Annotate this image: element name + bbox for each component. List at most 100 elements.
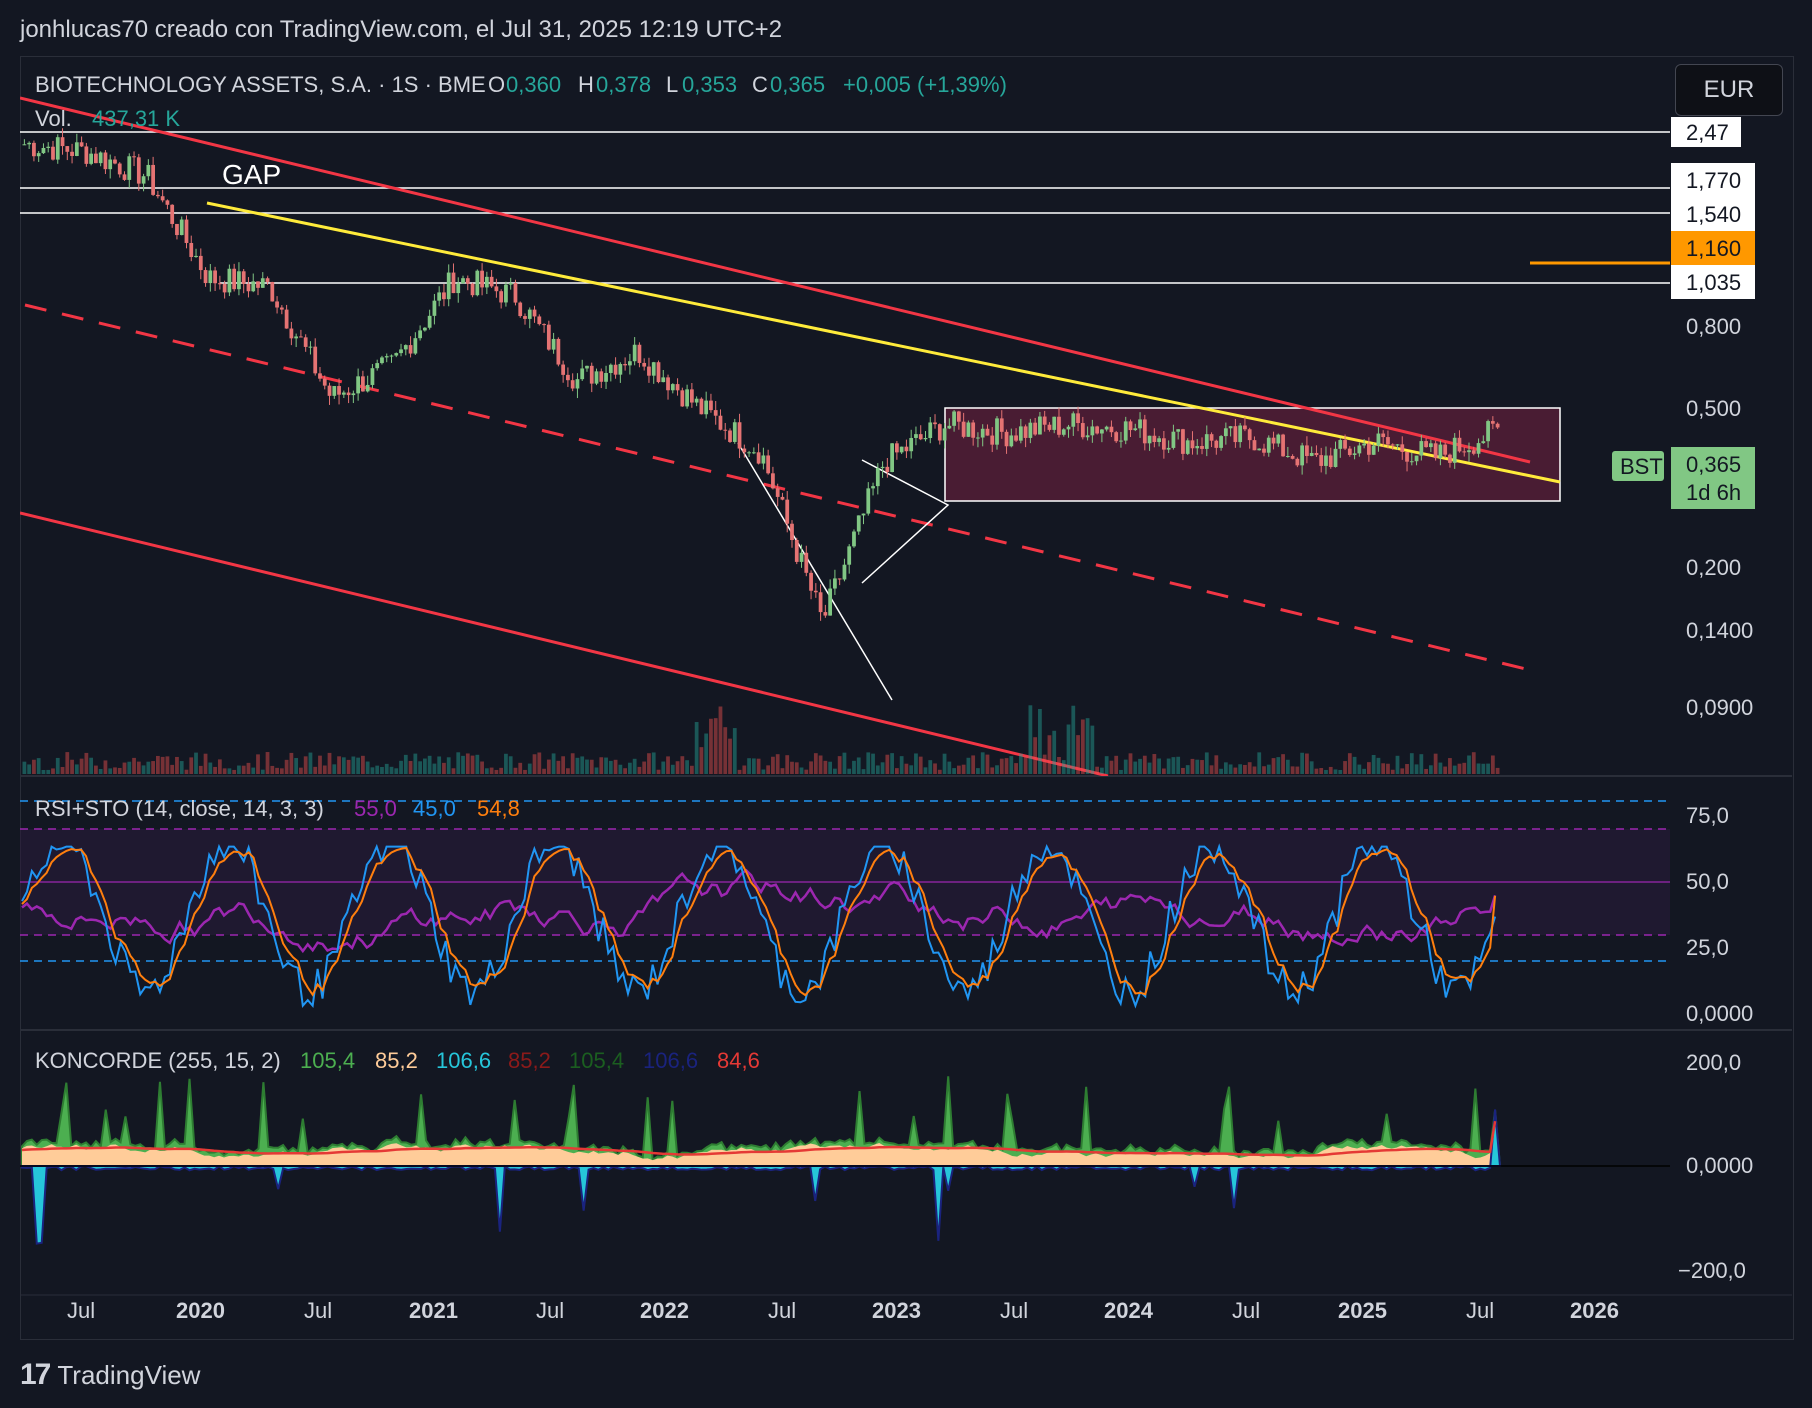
candle-body[interactable] bbox=[1314, 452, 1319, 456]
candle-body[interactable] bbox=[1209, 434, 1214, 441]
candle-body[interactable] bbox=[480, 270, 484, 288]
candle-body[interactable] bbox=[647, 366, 651, 376]
candle-body[interactable] bbox=[1481, 441, 1486, 444]
candle-body[interactable] bbox=[1457, 437, 1462, 452]
candle-body[interactable] bbox=[747, 452, 751, 454]
candle-body[interactable] bbox=[537, 316, 542, 325]
candle-body[interactable] bbox=[256, 281, 260, 288]
candle-body[interactable] bbox=[1247, 429, 1252, 441]
candle-body[interactable] bbox=[713, 410, 718, 416]
candle-body[interactable] bbox=[84, 146, 89, 164]
candle-body[interactable] bbox=[184, 219, 189, 243]
candle-body[interactable] bbox=[680, 390, 685, 407]
candle-body[interactable] bbox=[489, 276, 494, 287]
candle-body[interactable] bbox=[1219, 436, 1223, 448]
candle-body[interactable] bbox=[1395, 444, 1400, 446]
candle-body[interactable] bbox=[79, 142, 84, 147]
candle-body[interactable] bbox=[1185, 440, 1190, 454]
candle-body[interactable] bbox=[94, 153, 98, 164]
candle-body[interactable] bbox=[823, 612, 828, 616]
candle-body[interactable] bbox=[1104, 426, 1109, 430]
candle-body[interactable] bbox=[1486, 421, 1490, 442]
candle-body[interactable] bbox=[41, 147, 46, 154]
candle-body[interactable] bbox=[1400, 444, 1405, 452]
candle-body[interactable] bbox=[160, 196, 165, 201]
candle-body[interactable] bbox=[980, 428, 985, 438]
candle-body[interactable] bbox=[1414, 455, 1419, 462]
candle-body[interactable] bbox=[1038, 416, 1042, 435]
candle-body[interactable] bbox=[55, 137, 60, 160]
candle-body[interactable] bbox=[885, 466, 890, 473]
candle-body[interactable] bbox=[1100, 429, 1104, 434]
candle-body[interactable] bbox=[704, 400, 709, 415]
candle-body[interactable] bbox=[1419, 441, 1424, 456]
candle-body[interactable] bbox=[942, 428, 947, 441]
candle-body[interactable] bbox=[103, 152, 108, 170]
candle-body[interactable] bbox=[1324, 455, 1328, 466]
candle-body[interactable] bbox=[1090, 426, 1095, 436]
candle-body[interactable] bbox=[1362, 443, 1367, 446]
candle-body[interactable] bbox=[1071, 413, 1076, 427]
candle-body[interactable] bbox=[22, 144, 27, 146]
candle-body[interactable] bbox=[623, 364, 628, 366]
candle-body[interactable] bbox=[151, 164, 155, 195]
candle-body[interactable] bbox=[122, 174, 127, 180]
candle-body[interactable] bbox=[1371, 445, 1376, 455]
gap-annotation[interactable]: GAP bbox=[222, 159, 281, 190]
candle-body[interactable] bbox=[1262, 448, 1266, 453]
candle-body[interactable] bbox=[628, 361, 632, 366]
candle-body[interactable] bbox=[175, 223, 179, 236]
candle-body[interactable] bbox=[551, 338, 556, 350]
candle-body[interactable] bbox=[952, 411, 956, 426]
candle-body[interactable] bbox=[1405, 451, 1409, 462]
candle-body[interactable] bbox=[995, 418, 999, 445]
candle-body[interactable] bbox=[1276, 434, 1281, 444]
candle-body[interactable] bbox=[771, 473, 775, 489]
candle-body[interactable] bbox=[1257, 448, 1262, 451]
candle-body[interactable] bbox=[909, 437, 914, 452]
candle-body[interactable] bbox=[833, 578, 837, 589]
candle-body[interactable] bbox=[642, 362, 647, 367]
candle-body[interactable] bbox=[1095, 426, 1100, 434]
candle-body[interactable] bbox=[222, 283, 227, 293]
falling-trendline[interactable] bbox=[737, 442, 893, 701]
candle-body[interactable] bbox=[523, 316, 527, 319]
candle-body[interactable] bbox=[380, 357, 384, 364]
candle-body[interactable] bbox=[861, 513, 866, 516]
candle-body[interactable] bbox=[1080, 423, 1085, 438]
candle-body[interactable] bbox=[1386, 437, 1390, 445]
candle-body[interactable] bbox=[1204, 434, 1209, 449]
candle-body[interactable] bbox=[465, 278, 470, 284]
candle-body[interactable] bbox=[432, 300, 437, 316]
candle-body[interactable] bbox=[422, 327, 427, 331]
candle-body[interactable] bbox=[809, 572, 813, 591]
candle-body[interactable] bbox=[446, 272, 451, 300]
candle-body[interactable] bbox=[318, 373, 322, 379]
candle-body[interactable] bbox=[418, 330, 422, 339]
candle-body[interactable] bbox=[928, 422, 933, 438]
candle-body[interactable] bbox=[1467, 450, 1471, 453]
candle-body[interactable] bbox=[1281, 434, 1285, 457]
candle-body[interactable] bbox=[241, 271, 246, 284]
candle-body[interactable] bbox=[65, 146, 70, 152]
candle-body[interactable] bbox=[918, 434, 923, 440]
candle-body[interactable] bbox=[866, 488, 871, 514]
channel-upper-line[interactable] bbox=[20, 96, 1531, 464]
candle-body[interactable] bbox=[98, 152, 103, 164]
candle-body[interactable] bbox=[27, 142, 32, 145]
candle-body[interactable] bbox=[1462, 451, 1467, 453]
candle-body[interactable] bbox=[937, 424, 942, 441]
candle-body[interactable] bbox=[146, 164, 151, 177]
channel-lower-line[interactable] bbox=[20, 511, 1109, 776]
candle-body[interactable] bbox=[966, 422, 971, 437]
candle-body[interactable] bbox=[136, 157, 141, 184]
candle-body[interactable] bbox=[518, 302, 523, 317]
candle-body[interactable] bbox=[141, 176, 146, 184]
candle-body[interactable] bbox=[1243, 425, 1247, 430]
candle-body[interactable] bbox=[394, 353, 399, 356]
candle-body[interactable] bbox=[1181, 429, 1185, 454]
candle-body[interactable] bbox=[737, 422, 742, 449]
candle-body[interactable] bbox=[985, 428, 990, 436]
candle-body[interactable] bbox=[337, 386, 341, 395]
candle-body[interactable] bbox=[470, 283, 475, 296]
